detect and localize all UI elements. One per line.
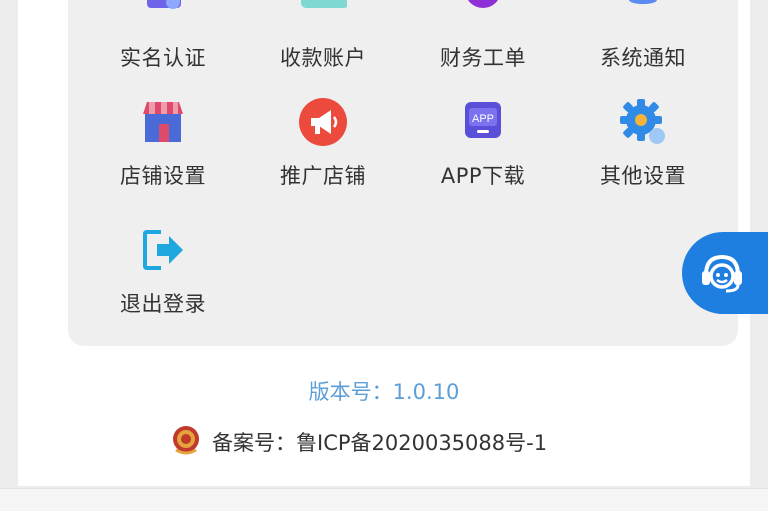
customer-service-button[interactable] bbox=[682, 232, 768, 314]
menu-item-label: 财务工单 bbox=[440, 46, 526, 70]
page-container: 实名认证 收款账户 财务工单 系统通知 店铺设置 推广店铺 APP APP下载 … bbox=[18, 0, 750, 486]
menu-item-label: 实名认证 bbox=[120, 46, 206, 70]
icp-text[interactable]: 备案号：鲁ICP备2020035088号-1 bbox=[212, 427, 547, 457]
store-icon bbox=[139, 98, 187, 146]
menu-item-promote-store[interactable]: 推广店铺 bbox=[243, 98, 403, 208]
bottom-tab-bar bbox=[0, 488, 768, 511]
logout-icon bbox=[139, 226, 187, 274]
police-badge-icon bbox=[170, 424, 202, 460]
menu-item-system-notice[interactable]: 系统通知 bbox=[563, 0, 723, 90]
menu-item-label: 店铺设置 bbox=[120, 164, 206, 188]
finance-ticket-icon bbox=[459, 0, 507, 28]
megaphone-icon bbox=[299, 98, 347, 146]
menu-item-finance-ticket[interactable]: 财务工单 bbox=[403, 0, 563, 90]
menu-item-collection-account[interactable]: 收款账户 bbox=[243, 0, 403, 90]
menu-item-label: 推广店铺 bbox=[280, 164, 366, 188]
app-badge-text: APP bbox=[472, 113, 494, 125]
bell-icon bbox=[619, 0, 667, 28]
version-text: 版本号：1.0.10 bbox=[308, 380, 460, 404]
menu-panel: 实名认证 收款账户 财务工单 系统通知 店铺设置 推广店铺 APP APP下载 … bbox=[68, 0, 738, 346]
menu-item-label: 其他设置 bbox=[600, 164, 686, 188]
menu-item-label: 收款账户 bbox=[280, 46, 366, 70]
id-verify-icon bbox=[139, 0, 187, 28]
customer-service-icon bbox=[698, 249, 746, 301]
menu-item-app-download[interactable]: APP APP下载 bbox=[403, 98, 563, 208]
menu-item-store-settings[interactable]: 店铺设置 bbox=[83, 98, 243, 208]
menu-item-label: 退出登录 bbox=[120, 292, 206, 316]
menu-item-other-settings[interactable]: 其他设置 bbox=[563, 98, 723, 208]
menu-item-label: APP下载 bbox=[440, 164, 526, 188]
collection-account-icon bbox=[299, 0, 347, 28]
icp-record[interactable]: 备案号：鲁ICP备2020035088号-1 bbox=[170, 422, 547, 462]
app-download-icon: APP bbox=[459, 98, 507, 146]
menu-item-id-verify[interactable]: 实名认证 bbox=[83, 0, 243, 90]
menu-item-label: 系统通知 bbox=[600, 46, 686, 70]
menu-item-logout[interactable]: 退出登录 bbox=[83, 226, 243, 336]
gear-icon bbox=[619, 98, 667, 146]
